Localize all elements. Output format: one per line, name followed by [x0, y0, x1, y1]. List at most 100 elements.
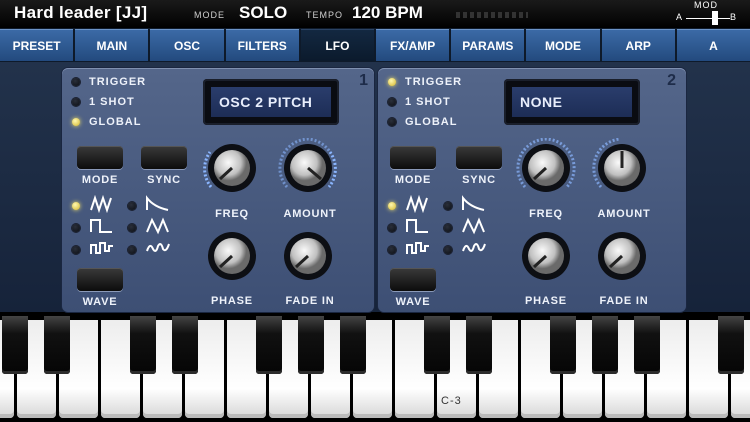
lfo2-oneshot-option[interactable]: 1 SHOT — [388, 96, 451, 108]
triangle-wave-icon[interactable] — [146, 217, 170, 235]
lfo2-wave-random-led[interactable] — [388, 246, 396, 254]
black-key[interactable] — [340, 316, 366, 374]
lfo1-global-option[interactable]: GLOBAL — [72, 116, 141, 128]
tab-arp[interactable]: ARP — [601, 29, 675, 61]
lfo2-wave-square-led[interactable] — [388, 224, 396, 232]
black-key[interactable] — [592, 316, 618, 374]
random-wave-icon[interactable] — [406, 239, 430, 257]
black-key[interactable] — [718, 316, 744, 374]
lfo1-amount-knob[interactable] — [278, 138, 338, 198]
lfo2-fadein-knob[interactable] — [592, 226, 652, 286]
lfo1-fadein-label: FADE IN — [285, 295, 335, 307]
black-key[interactable] — [466, 316, 492, 374]
saw-wave-icon[interactable] — [462, 195, 486, 213]
lfo1-target-display[interactable]: OSC 2 PITCH — [203, 79, 339, 125]
lfo2-wave-noise-led[interactable] — [444, 246, 452, 254]
lfo1-trigger-option[interactable]: TRIGGER — [72, 76, 146, 88]
lfo2-freq-knob[interactable] — [516, 138, 576, 198]
mod-label: MOD — [694, 0, 718, 10]
tab-filters[interactable]: FILTERS — [225, 29, 299, 61]
lfo2-freq-label: FREQ — [529, 208, 563, 220]
mode-label: MODE — [194, 10, 225, 20]
preset-name[interactable]: Hard leader [JJ] — [14, 3, 147, 23]
tab-a[interactable]: A — [676, 29, 750, 61]
top-bar: Hard leader [JJ] MODE SOLO TEMPO 120 BPM… — [0, 0, 750, 28]
lfo1-number: 1 — [359, 72, 368, 89]
square-wave-icon[interactable] — [406, 217, 430, 235]
tab-osc[interactable]: OSC — [150, 29, 224, 61]
lfo2-wave-label: WAVE — [395, 296, 431, 308]
lfo1-panel: 1 TRIGGER 1 SHOT GLOBAL OSC 2 PITCH MODE… — [62, 68, 374, 312]
mod-switch-track — [686, 18, 730, 19]
tempo-label: TEMPO — [306, 10, 344, 20]
lfo1-freq-knob[interactable] — [202, 138, 262, 198]
lfo1-wave-noise-led[interactable] — [128, 246, 136, 254]
lfo2-global-label: GLOBAL — [405, 116, 458, 128]
tab-bar: PRESET MAIN OSC FILTERS LFO FX/AMP PARAM… — [0, 28, 750, 62]
black-key[interactable] — [2, 316, 28, 374]
lfo1-sync-label: SYNC — [147, 174, 181, 186]
lfo1-fadein-knob[interactable] — [278, 226, 338, 286]
lfo1-sync-button[interactable] — [141, 146, 187, 169]
black-key[interactable] — [424, 316, 450, 374]
lfo1-wave-triangle-led[interactable] — [128, 224, 136, 232]
lfo2-amount-label: AMOUNT — [597, 208, 651, 220]
sine-wave-icon[interactable] — [90, 195, 114, 213]
led-indicator — [388, 118, 396, 126]
tab-mode[interactable]: MODE — [526, 29, 600, 61]
tab-preset[interactable]: PRESET — [0, 29, 74, 61]
saw-wave-icon[interactable] — [146, 195, 170, 213]
black-key[interactable] — [634, 316, 660, 374]
lfo2-wave-button[interactable] — [390, 268, 436, 291]
led-indicator — [388, 98, 396, 106]
lfo1-mode-button[interactable] — [77, 146, 123, 169]
noise-wave-icon[interactable] — [462, 239, 486, 257]
lfo2-sync-button[interactable] — [456, 146, 502, 169]
black-key[interactable] — [298, 316, 324, 374]
triangle-wave-icon[interactable] — [462, 217, 486, 235]
mod-switch-handle[interactable] — [712, 11, 718, 25]
lfo2-amount-knob[interactable] — [592, 138, 652, 198]
lfo1-mode-label: MODE — [81, 174, 119, 186]
lfo2-wave-triangle-led[interactable] — [444, 224, 452, 232]
tab-main[interactable]: MAIN — [75, 29, 149, 61]
tab-params[interactable]: PARAMS — [451, 29, 525, 61]
lfo2-sync-label: SYNC — [462, 174, 496, 186]
lfo-section: 1 TRIGGER 1 SHOT GLOBAL OSC 2 PITCH MODE… — [0, 62, 750, 312]
lfo2-phase-knob[interactable] — [516, 226, 576, 286]
lfo1-oneshot-label: 1 SHOT — [89, 96, 135, 108]
c3-key-label: C-3 — [441, 395, 462, 407]
square-wave-icon[interactable] — [90, 217, 114, 235]
black-key[interactable] — [44, 316, 70, 374]
piano-keyboard: C-3 — [0, 316, 750, 422]
tab-lfo[interactable]: LFO — [300, 29, 375, 61]
lfo2-mode-button[interactable] — [390, 146, 436, 169]
lfo2-trigger-option[interactable]: TRIGGER — [388, 76, 462, 88]
lfo2-target-display[interactable]: NONE — [504, 79, 640, 125]
lfo1-wave-random-led[interactable] — [72, 246, 80, 254]
lfo2-trigger-label: TRIGGER — [405, 76, 463, 88]
mode-value[interactable]: SOLO — [239, 3, 287, 23]
lfo2-global-option[interactable]: GLOBAL — [388, 116, 457, 128]
level-meter — [456, 12, 528, 18]
black-key[interactable] — [256, 316, 282, 374]
mod-switch[interactable]: MOD A B — [672, 0, 742, 28]
noise-wave-icon[interactable] — [146, 239, 170, 257]
lfo1-wave-square-led[interactable] — [72, 224, 80, 232]
lfo1-oneshot-option[interactable]: 1 SHOT — [72, 96, 135, 108]
black-key[interactable] — [172, 316, 198, 374]
black-key[interactable] — [550, 316, 576, 374]
lfo1-phase-knob[interactable] — [202, 226, 262, 286]
black-key[interactable] — [130, 316, 156, 374]
led-indicator — [72, 118, 80, 126]
lfo2-wave-saw-led[interactable] — [444, 202, 452, 210]
lfo1-wave-button[interactable] — [77, 268, 123, 291]
lfo1-target-value: OSC 2 PITCH — [211, 87, 331, 117]
tab-fx-amp[interactable]: FX/AMP — [376, 29, 450, 61]
random-wave-icon[interactable] — [90, 239, 114, 257]
tempo-value[interactable]: 120 BPM — [352, 3, 423, 23]
lfo1-wave-saw-led[interactable] — [128, 202, 136, 210]
lfo1-wave-sine-led[interactable] — [72, 202, 80, 210]
lfo2-wave-sine-led[interactable] — [388, 202, 396, 210]
sine-wave-icon[interactable] — [406, 195, 430, 213]
